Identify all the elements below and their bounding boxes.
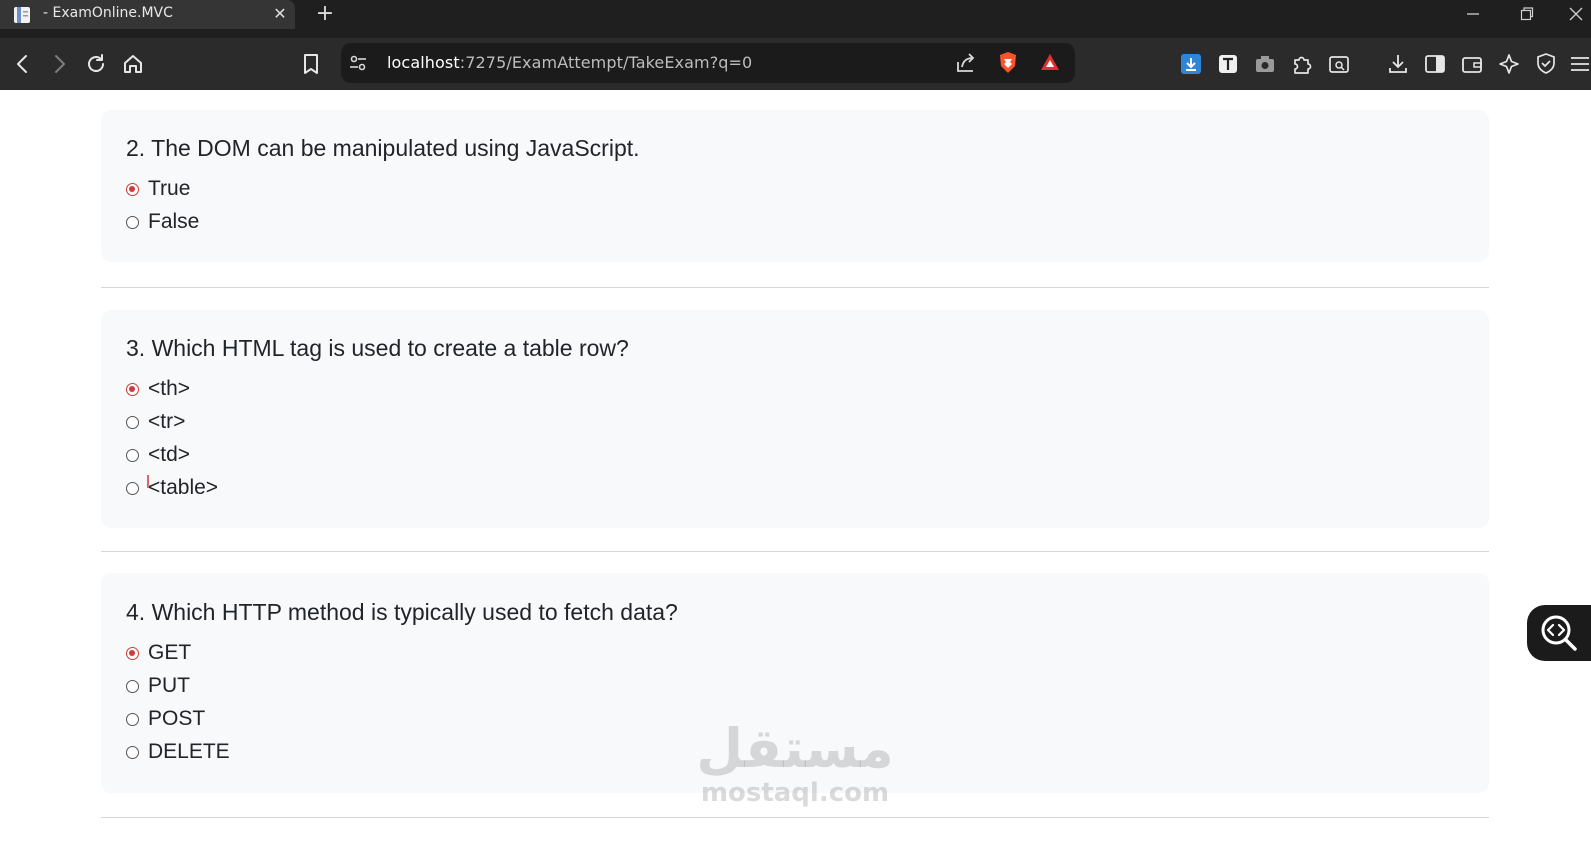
question-card: 2. The DOM can be manipulated using Java… [101,110,1489,262]
answer-option[interactable]: <td> [126,442,190,468]
wallet-icon[interactable] [1459,51,1485,77]
tab-strip: - ExamOnline.MVC ✕ + [0,0,1591,29]
minimize-window-icon[interactable] [1460,2,1486,26]
home-icon[interactable] [120,51,146,77]
brave-shields-icon[interactable] [995,50,1021,76]
leo-ai-icon[interactable] [1496,51,1522,77]
question-card: 4. Which HTTP method is typically used t… [101,573,1489,793]
radio-button[interactable] [126,215,139,229]
reload-icon[interactable] [83,51,109,77]
exam-page: 2. The DOM can be manipulated using Java… [0,90,1591,843]
page-favicon-icon [14,7,30,23]
browser-toolbar: localhost:7275/ExamAttempt/TakeExam?q=0 [0,38,1591,90]
radio-button[interactable] [126,481,139,495]
question-divider [101,817,1489,818]
answer-option[interactable]: <tr> [126,409,185,435]
option-label: False [148,210,200,233]
new-tab-button[interactable]: + [314,3,336,25]
option-label: True [148,177,191,200]
answer-option[interactable]: False [126,209,199,235]
radio-button[interactable] [126,448,139,462]
radio-button[interactable] [126,745,139,759]
text-cursor [147,475,149,488]
inspector-float-button[interactable] [1527,605,1591,661]
answer-option[interactable]: GET [126,640,191,666]
question-divider [101,551,1489,552]
downloads-icon[interactable] [1385,51,1411,77]
url-host: localhost [387,53,460,72]
radio-button[interactable] [126,679,139,693]
tab-title: - ExamOnline.MVC [43,5,173,21]
menu-icon[interactable] [1567,51,1591,77]
answer-option[interactable]: <th> [126,376,190,402]
option-label: POST [148,707,206,730]
download-extension-icon[interactable] [1178,51,1204,77]
question-title: 4. Which HTTP method is typically used t… [126,599,678,625]
question-title: 2. The DOM can be manipulated using Java… [126,135,640,161]
answer-option[interactable]: POST [126,706,205,732]
radio-button[interactable] [126,415,139,429]
browser-window: - ExamOnline.MVC ✕ + localhost:7275/Exam… [0,0,1591,843]
sidebar-toggle-icon[interactable] [1422,51,1448,77]
url-path: :7275/ExamAttempt/TakeExam?q=0 [459,53,753,72]
option-label: PUT [148,674,190,697]
radio-button[interactable] [126,646,139,660]
option-label: <td> [148,443,191,466]
close-window-icon[interactable] [1563,2,1589,26]
answer-option[interactable]: True [126,176,190,202]
site-settings-icon[interactable] [345,50,371,76]
question-title: 3. Which HTML tag is used to create a ta… [126,335,629,361]
question-card: 3. Which HTML tag is used to create a ta… [101,310,1489,528]
tab-close-icon[interactable]: ✕ [270,4,290,24]
option-label: DELETE [148,740,230,763]
extensions-puzzle-icon[interactable] [1289,51,1315,77]
brave-rewards-icon[interactable] [1037,50,1063,76]
browser-tab-active[interactable]: - ExamOnline.MVC ✕ [0,0,295,29]
answer-option[interactable]: <table> [126,475,218,501]
forward-icon[interactable] [46,51,72,77]
option-label: <th> [148,377,191,400]
code-search-icon [1541,615,1577,651]
share-icon[interactable] [953,50,979,76]
bookmark-icon[interactable] [298,51,324,77]
back-icon[interactable] [10,51,36,77]
radio-button[interactable] [126,382,139,396]
restore-window-icon[interactable] [1514,2,1540,26]
option-label: GET [148,641,192,664]
vpn-shield-icon[interactable] [1533,51,1559,77]
question-divider [101,287,1489,288]
address-bar[interactable]: localhost:7275/ExamAttempt/TakeExam?q=0 [341,43,1075,83]
url-text[interactable]: localhost:7275/ExamAttempt/TakeExam?q=0 [387,53,752,72]
option-label: <table> [148,476,219,499]
answer-option[interactable]: PUT [126,673,190,699]
answer-option[interactable]: DELETE [126,739,230,765]
radio-button[interactable] [126,712,139,726]
translate-extension-icon[interactable] [1215,51,1241,77]
radio-button[interactable] [126,182,139,196]
reader-mode-icon[interactable] [1326,51,1352,77]
camera-extension-icon[interactable] [1252,51,1278,77]
option-label: <tr> [148,410,186,433]
